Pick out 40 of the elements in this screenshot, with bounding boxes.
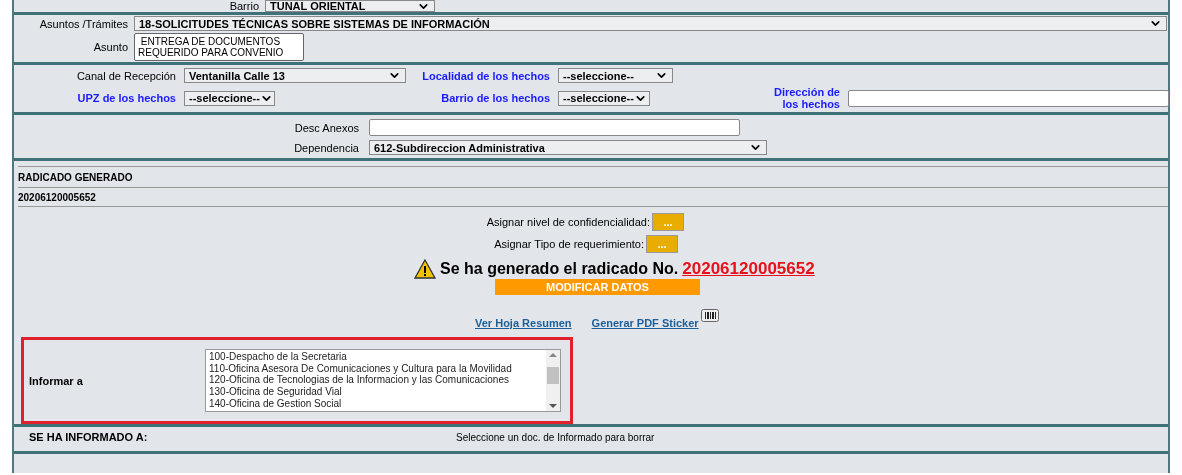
list-option[interactable]: 130-Oficina de Seguridad Vial <box>209 386 543 398</box>
radicado-link[interactable]: 20206120005652 <box>682 259 815 279</box>
field-label: Barrio <box>228 0 259 12</box>
link[interactable]: Ver Hoja Resumen <box>475 317 572 329</box>
list-option[interactable]: 100-Despacho de la Secretaria <box>209 351 543 363</box>
field-label: Localidad de los hechos <box>421 69 550 82</box>
barcode-icon <box>700 309 719 322</box>
annex-input[interactable] <box>369 119 740 136</box>
field-label: UPZ de los hechos <box>76 92 176 104</box>
field-label: Desc Anexos <box>293 121 359 134</box>
warning-icon <box>414 259 436 279</box>
section-title: RADICADO GENERADO <box>18 171 133 183</box>
assign-label: Asignar Tipo de requerimiento: <box>494 238 644 250</box>
select-field[interactable]: 612-Subdireccion Administrativa <box>369 140 767 155</box>
select-field[interactable]: Ventanilla Calle 13 <box>184 68 406 83</box>
field-label: Barrio de los hechos <box>440 92 550 104</box>
select-field[interactable]: 18-SOLICITUDES TÉCNICAS SOBRE SISTEMAS DE INFORMACIÓN <box>134 16 1167 31</box>
radicado-number: 20206120005652 <box>18 191 96 203</box>
list-option[interactable]: 120-Oficina de Tecnologias de la Informacion y las Comunicaciones <box>209 374 543 387</box>
select-field[interactable]: --seleccione-- <box>184 90 275 106</box>
list-option[interactable]: 110-Oficina Asesora De Comunicaciones y Cultura para la Movilidad <box>209 362 543 375</box>
assign-label: Asignar nivel de confidencialidad: <box>486 216 650 228</box>
hint-text: Seleccione un doc. de Informado para borrar <box>456 431 655 443</box>
subject-textarea[interactable]: ENTREGA DE DOCUMENTOS REQUERIDO PARA CONVENIO <box>134 33 304 61</box>
list-option[interactable]: 140-Oficina de Gestion Social <box>209 397 543 410</box>
section-title: SE HA INFORMADO A: <box>29 431 149 443</box>
result-message: Se ha generado el radicado No. <box>440 260 679 278</box>
field-label: Asunto <box>92 41 128 53</box>
select-field[interactable]: TUNAL ORIENTAL <box>265 0 435 12</box>
select-field[interactable]: --seleccione-- <box>558 90 650 106</box>
link[interactable]: Generar PDF Sticker <box>591 317 699 329</box>
field-label: Asuntos /Trámites <box>38 17 128 30</box>
address-input[interactable] <box>848 89 1169 107</box>
field-label: Informar a <box>29 374 84 387</box>
field-label: Dirección de los hechos <box>772 86 840 110</box>
field-label: Dependencia <box>293 141 359 154</box>
department-listbox[interactable] <box>205 349 561 412</box>
select-field[interactable]: --seleccione-- <box>558 68 673 83</box>
field-label: Canal de Recepción <box>75 69 176 82</box>
scrollbar-drawing <box>546 350 560 411</box>
